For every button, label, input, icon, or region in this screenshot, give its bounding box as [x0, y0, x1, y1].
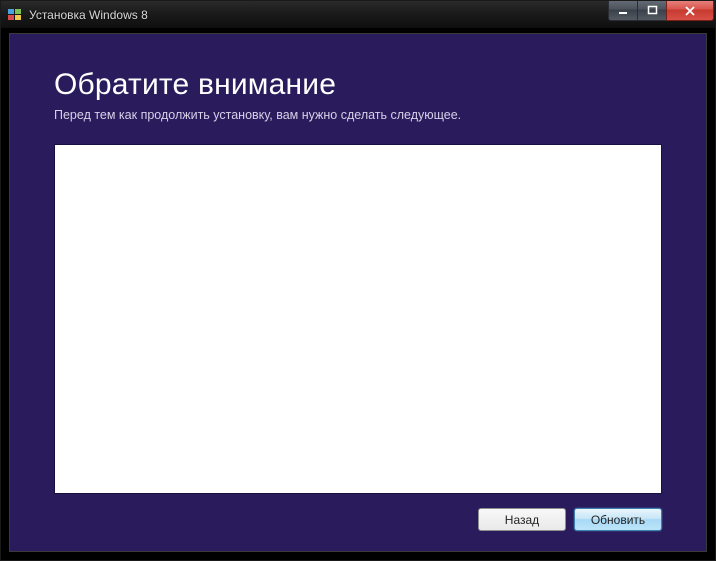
- close-button[interactable]: [666, 1, 714, 21]
- app-icon: [7, 7, 23, 23]
- page-heading: Обратите внимание: [54, 68, 662, 102]
- info-panel: [54, 144, 662, 494]
- maximize-button[interactable]: [637, 1, 667, 21]
- titlebar[interactable]: Установка Windows 8: [1, 1, 715, 29]
- window-controls: [609, 1, 714, 21]
- refresh-button[interactable]: Обновить: [574, 508, 662, 531]
- installer-window: Установка Windows 8 Обратите внимание Пе…: [0, 0, 716, 561]
- content-frame: Обратите внимание Перед тем как продолжи…: [9, 33, 707, 552]
- back-button[interactable]: Назад: [478, 508, 566, 531]
- button-row: Назад Обновить: [54, 508, 662, 531]
- page-subtext: Перед тем как продолжить установку, вам …: [54, 108, 662, 122]
- minimize-button[interactable]: [608, 1, 638, 21]
- window-title: Установка Windows 8: [29, 8, 148, 22]
